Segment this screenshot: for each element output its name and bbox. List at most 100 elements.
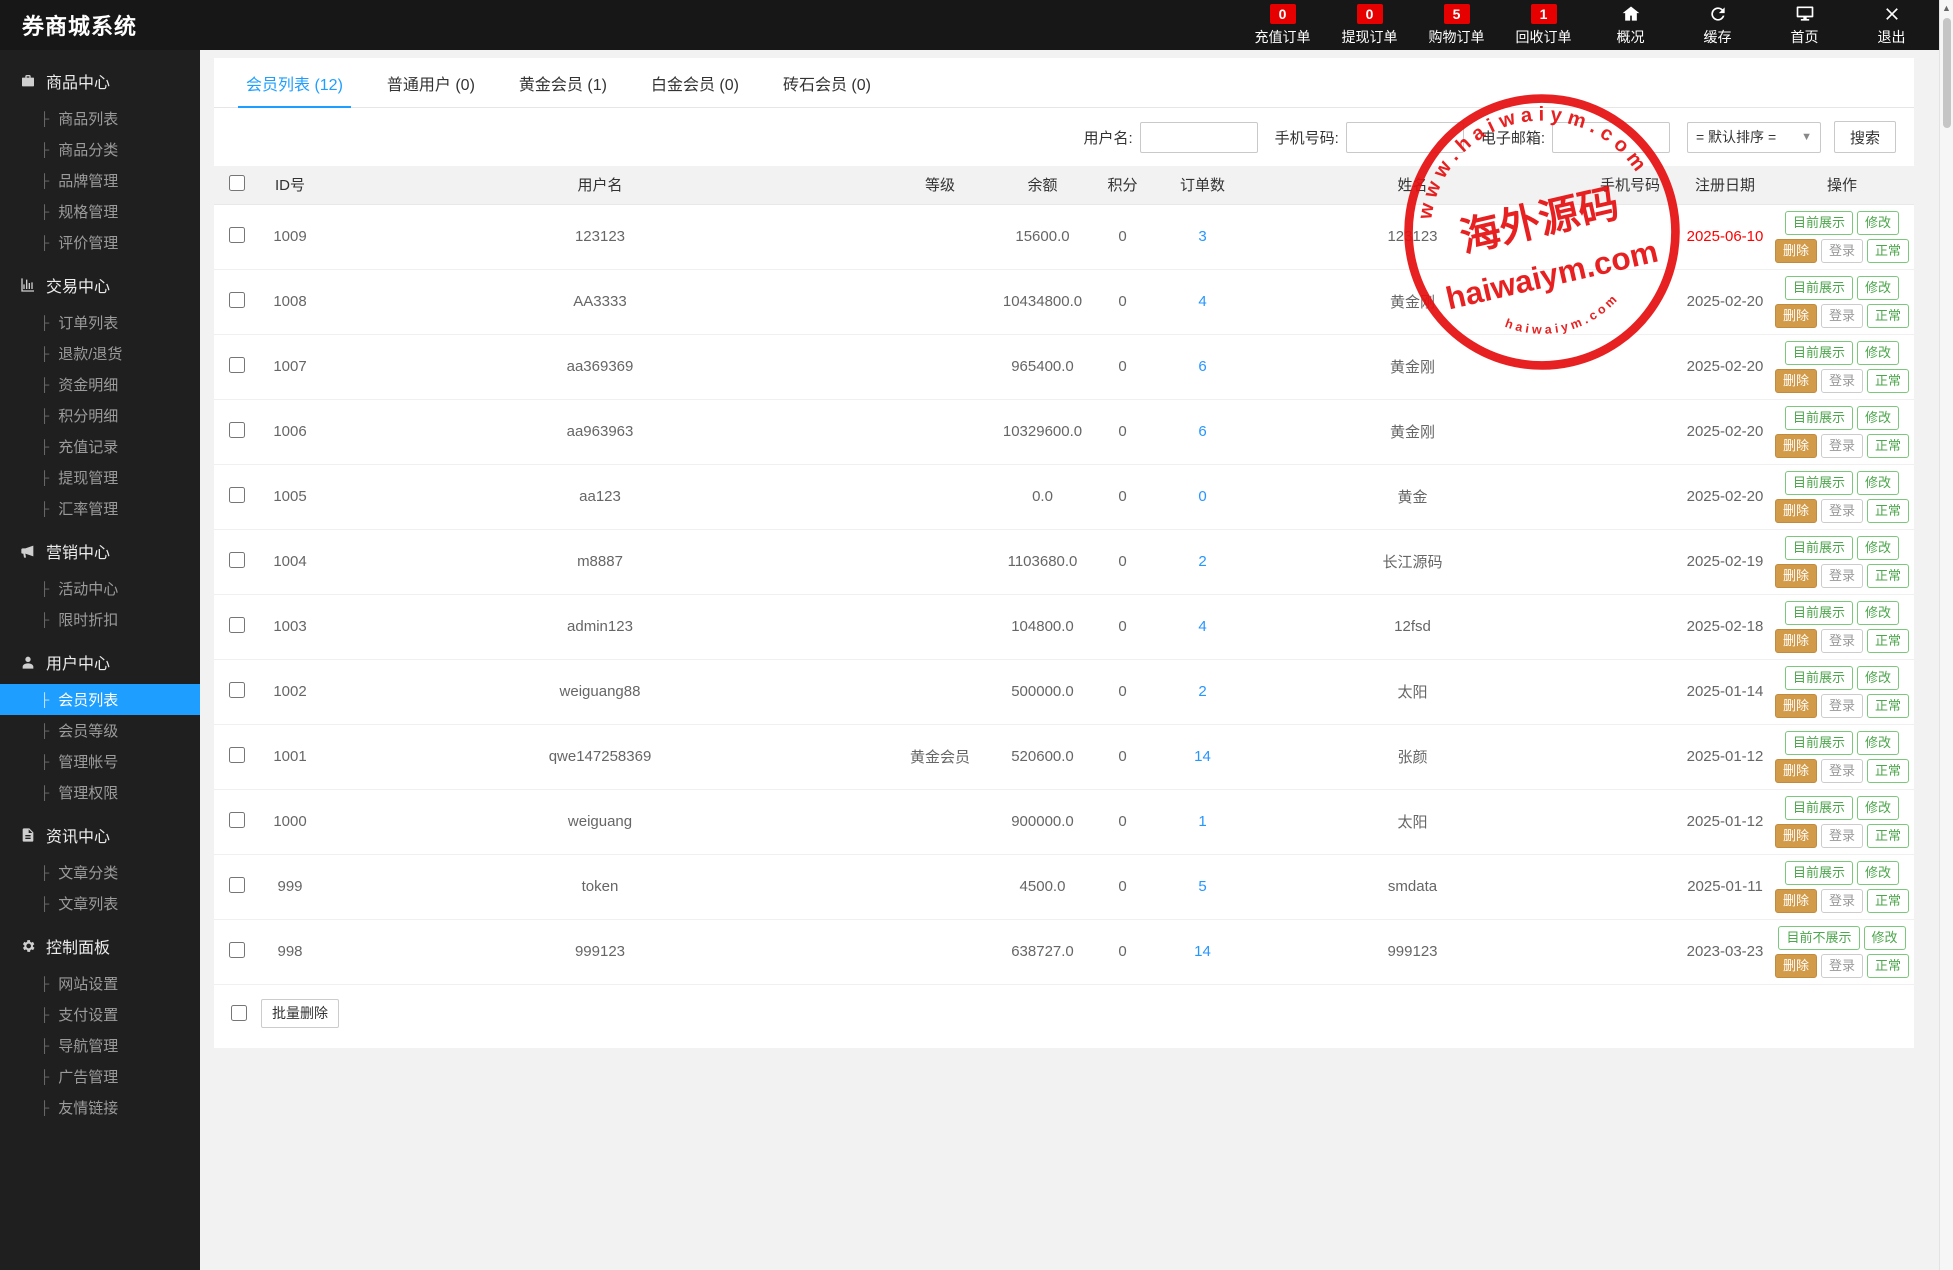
tab-member-list[interactable]: 会员列表 (12) — [224, 58, 365, 107]
sidebar-item[interactable]: ├友情链接 — [0, 1092, 200, 1123]
topbar-withdraw-orders[interactable]: 0提现订单 — [1326, 0, 1413, 50]
topbar-logout[interactable]: 退出 — [1848, 0, 1935, 50]
sidebar-item[interactable]: ├资金明细 — [0, 369, 200, 400]
sidebar-item[interactable]: ├会员等级 — [0, 715, 200, 746]
login-button[interactable]: 登录 — [1821, 954, 1863, 978]
orders-link[interactable]: 6 — [1198, 423, 1206, 440]
login-button[interactable]: 登录 — [1821, 694, 1863, 718]
login-button[interactable]: 登录 — [1821, 889, 1863, 913]
topbar-recharge-orders[interactable]: 0充值订单 — [1239, 0, 1326, 50]
sidebar-item[interactable]: ├广告管理 — [0, 1061, 200, 1092]
login-button[interactable]: 登录 — [1821, 824, 1863, 848]
tab-platinum-member[interactable]: 白金会员 (0) — [629, 58, 761, 107]
sidebar-item[interactable]: ├会员列表 — [0, 684, 200, 715]
delete-button[interactable]: 删除 — [1775, 759, 1817, 783]
orders-link[interactable]: 0 — [1198, 488, 1206, 505]
sort-select[interactable]: = 默认排序 = ▼ — [1687, 122, 1821, 153]
topbar-recycle-orders[interactable]: 1回收订单 — [1500, 0, 1587, 50]
edit-button[interactable]: 修改 — [1857, 211, 1899, 235]
sidebar-item[interactable]: ├文章分类 — [0, 857, 200, 888]
delete-button[interactable]: 删除 — [1775, 824, 1817, 848]
edit-button[interactable]: 修改 — [1857, 601, 1899, 625]
login-button[interactable]: 登录 — [1821, 369, 1863, 393]
login-button[interactable]: 登录 — [1821, 304, 1863, 328]
row-checkbox[interactable] — [229, 682, 245, 698]
sidebar-item[interactable]: ├订单列表 — [0, 307, 200, 338]
edit-button[interactable]: 修改 — [1857, 666, 1899, 690]
login-button[interactable]: 登录 — [1821, 239, 1863, 263]
edit-button[interactable]: 修改 — [1857, 276, 1899, 300]
tab-normal-user[interactable]: 普通用户 (0) — [365, 58, 497, 107]
row-checkbox[interactable] — [229, 227, 245, 243]
email-filter-input[interactable] — [1552, 122, 1670, 153]
status-button[interactable]: 正常 — [1867, 369, 1909, 393]
sidebar-item[interactable]: ├评价管理 — [0, 227, 200, 258]
delete-button[interactable]: 删除 — [1775, 239, 1817, 263]
scrollbar-thumb[interactable] — [1943, 18, 1951, 128]
row-checkbox[interactable] — [229, 357, 245, 373]
toggle-display-button[interactable]: 目前展示 — [1785, 406, 1853, 430]
search-button[interactable]: 搜索 — [1834, 121, 1896, 153]
orders-link[interactable]: 4 — [1198, 293, 1206, 310]
delete-button[interactable]: 删除 — [1775, 629, 1817, 653]
status-button[interactable]: 正常 — [1867, 824, 1909, 848]
row-checkbox[interactable] — [229, 552, 245, 568]
delete-button[interactable]: 删除 — [1775, 499, 1817, 523]
status-button[interactable]: 正常 — [1867, 434, 1909, 458]
tab-diamond-member[interactable]: 砖石会员 (0) — [761, 58, 893, 107]
toggle-display-button[interactable]: 目前展示 — [1785, 796, 1853, 820]
edit-button[interactable]: 修改 — [1857, 536, 1899, 560]
bulk-delete-button[interactable]: 批量删除 — [261, 999, 339, 1028]
delete-button[interactable]: 删除 — [1775, 369, 1817, 393]
login-button[interactable]: 登录 — [1821, 564, 1863, 588]
orders-link[interactable]: 2 — [1198, 553, 1206, 570]
phone-filter-input[interactable] — [1346, 122, 1464, 153]
row-checkbox[interactable] — [229, 422, 245, 438]
orders-link[interactable]: 14 — [1194, 748, 1211, 765]
edit-button[interactable]: 修改 — [1857, 341, 1899, 365]
delete-button[interactable]: 删除 — [1775, 304, 1817, 328]
sidebar-item[interactable]: ├网站设置 — [0, 968, 200, 999]
status-button[interactable]: 正常 — [1867, 759, 1909, 783]
status-button[interactable]: 正常 — [1867, 304, 1909, 328]
status-button[interactable]: 正常 — [1867, 499, 1909, 523]
sidebar-item[interactable]: ├管理帐号 — [0, 746, 200, 777]
toggle-display-button[interactable]: 目前展示 — [1785, 861, 1853, 885]
delete-button[interactable]: 删除 — [1775, 434, 1817, 458]
orders-link[interactable]: 1 — [1198, 813, 1206, 830]
topbar-shopping-orders[interactable]: 5购物订单 — [1413, 0, 1500, 50]
delete-button[interactable]: 删除 — [1775, 889, 1817, 913]
edit-button[interactable]: 修改 — [1857, 796, 1899, 820]
sidebar-item[interactable]: ├规格管理 — [0, 196, 200, 227]
row-checkbox[interactable] — [229, 812, 245, 828]
topbar-cache[interactable]: 缓存 — [1674, 0, 1761, 50]
select-all-checkbox[interactable] — [229, 175, 245, 191]
sidebar-item[interactable]: ├商品列表 — [0, 103, 200, 134]
sidebar-item[interactable]: ├退款/退货 — [0, 338, 200, 369]
edit-button[interactable]: 修改 — [1864, 926, 1906, 950]
status-button[interactable]: 正常 — [1867, 954, 1909, 978]
sidebar-item[interactable]: ├活动中心 — [0, 573, 200, 604]
edit-button[interactable]: 修改 — [1857, 406, 1899, 430]
sidebar-item[interactable]: ├充值记录 — [0, 431, 200, 462]
edit-button[interactable]: 修改 — [1857, 471, 1899, 495]
status-button[interactable]: 正常 — [1867, 889, 1909, 913]
sidebar-item[interactable]: ├管理权限 — [0, 777, 200, 808]
toggle-display-button[interactable]: 目前展示 — [1785, 211, 1853, 235]
edit-button[interactable]: 修改 — [1857, 861, 1899, 885]
topbar-overview[interactable]: 概况 — [1587, 0, 1674, 50]
row-checkbox[interactable] — [229, 487, 245, 503]
toggle-display-button[interactable]: 目前展示 — [1785, 341, 1853, 365]
delete-button[interactable]: 删除 — [1775, 954, 1817, 978]
toggle-display-button[interactable]: 目前展示 — [1785, 666, 1853, 690]
row-checkbox[interactable] — [229, 942, 245, 958]
row-checkbox[interactable] — [229, 877, 245, 893]
username-filter-input[interactable] — [1140, 122, 1258, 153]
topbar-homepage[interactable]: 首页 — [1761, 0, 1848, 50]
delete-button[interactable]: 删除 — [1775, 564, 1817, 588]
sidebar-item[interactable]: ├导航管理 — [0, 1030, 200, 1061]
status-button[interactable]: 正常 — [1867, 239, 1909, 263]
login-button[interactable]: 登录 — [1821, 759, 1863, 783]
status-button[interactable]: 正常 — [1867, 564, 1909, 588]
scrollbar[interactable]: ▲ — [1939, 0, 1953, 1270]
